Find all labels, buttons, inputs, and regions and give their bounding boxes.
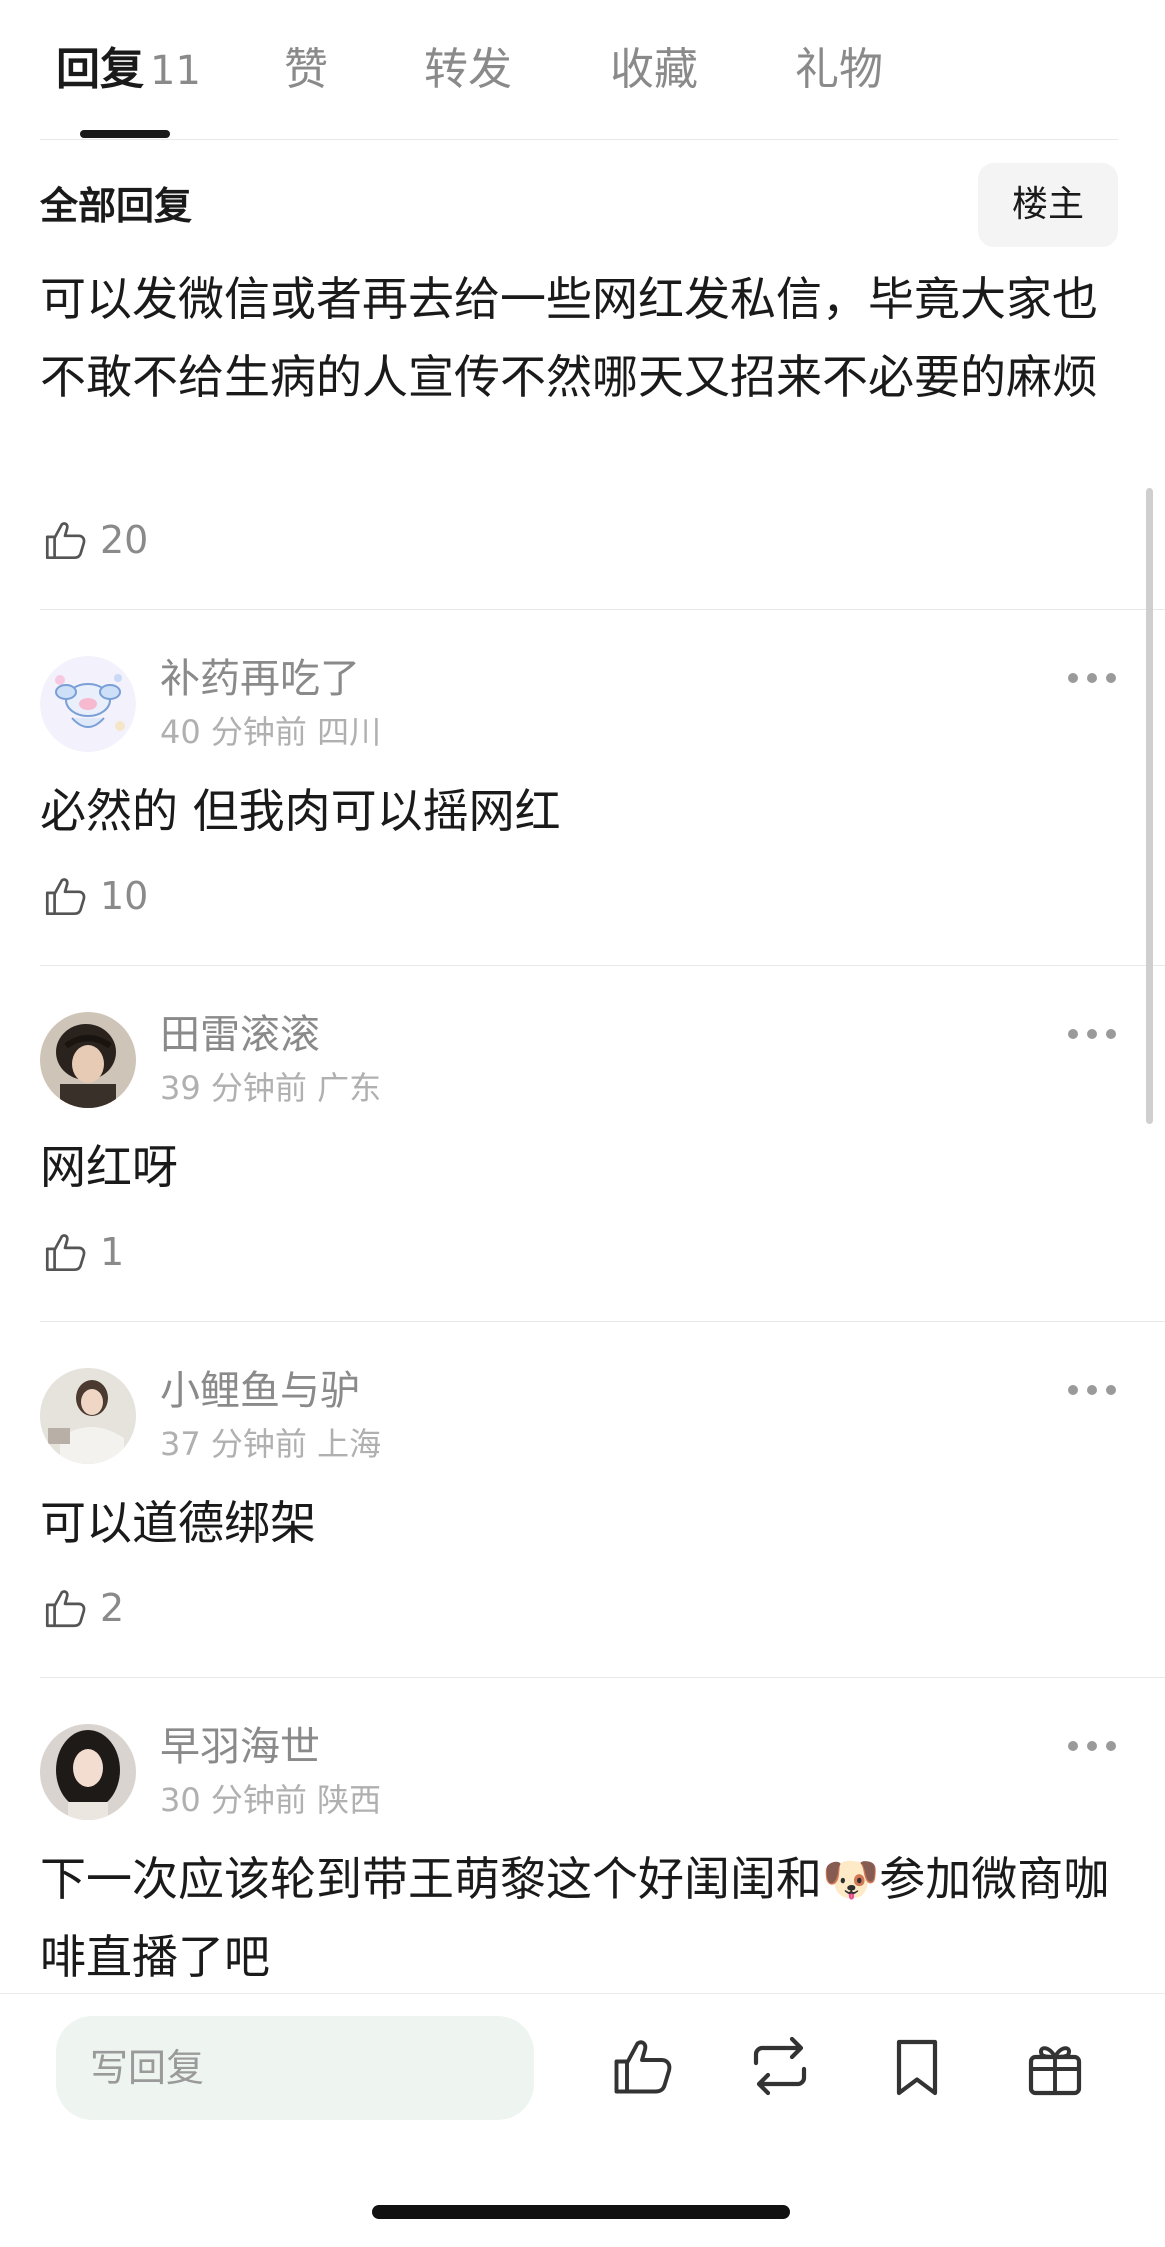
tab-replies-label: 回复 [56,44,144,95]
comment-meta: 40 分钟前 四川 [160,710,381,754]
comment-time: 40 分钟前 [160,713,307,751]
like-icon[interactable] [606,2030,678,2102]
gift-icon[interactable] [1019,2030,1091,2102]
home-indicator [372,2205,790,2219]
avatar-photo-image [40,1724,136,1820]
more-options-icon[interactable] [1068,1734,1116,1758]
reply-input[interactable] [56,2016,534,2120]
repost-icon[interactable] [744,2030,816,2102]
tab-gifts-label: 礼物 [795,44,883,95]
comment-like-button[interactable]: 10 [40,866,148,926]
tab-likes-label: 赞 [284,44,328,95]
thumbs-up-icon [45,522,86,560]
comment-location: 上海 [317,1425,382,1463]
tab-favorites[interactable]: 收藏 [610,40,698,100]
tab-replies-count: 11 [150,48,201,94]
section-title: 全部回复 [40,184,193,228]
main-comment-text: 可以发微信或者再去给一些网红发私信，毕竟大家也不敢不给生病的人宣传不然哪天又招来… [40,272,1098,404]
tab-favorites-label: 收藏 [610,44,698,95]
comment-time: 39 分钟前 [160,1069,307,1107]
comment-meta: 39 分钟前 广东 [160,1066,381,1110]
main-comment-like-button[interactable]: 20 [40,510,148,570]
comment-like-button[interactable]: 2 [40,1578,124,1638]
comment-divider [40,1321,1165,1322]
reply-tabs: 回复 11 赞 转发 收藏 礼物 [0,0,1165,140]
comment-username[interactable]: 田雷滚滚 [160,1007,320,1063]
thumbs-up-icon [45,1590,86,1628]
comment-time: 30 分钟前 [160,1781,307,1819]
comment-location: 陕西 [317,1781,382,1819]
comment-text: 可以道德绑架 [40,1496,316,1550]
comment-text: 必然的 但我肉可以摇网红 [40,784,561,838]
active-tab-indicator [80,130,170,138]
tabs-divider [40,139,1118,140]
comment-text: 网红呀 [40,1140,178,1194]
avatar[interactable] [40,1368,136,1464]
avatar-photo-image [40,1368,136,1464]
comment-divider [40,965,1165,966]
comment-like-count: 2 [100,1586,125,1630]
avatar[interactable] [40,1724,136,1820]
thumbs-up-icon [45,1234,86,1272]
comment-like-count: 1 [100,1230,125,1274]
comment-like-count: 10 [100,874,149,918]
tab-reposts-label: 转发 [424,44,512,95]
comment-time: 37 分钟前 [160,1425,307,1463]
comment-username[interactable]: 小鲤鱼与驴 [160,1363,360,1419]
comment-divider [40,1677,1165,1678]
thumbs-up-icon [45,878,86,916]
more-options-icon[interactable] [1068,1022,1116,1046]
avatar[interactable] [40,1012,136,1108]
scrollbar[interactable] [1146,488,1153,1124]
avatar-photo-image [40,1012,136,1108]
tab-likes[interactable]: 赞 [284,40,328,100]
tab-gifts[interactable]: 礼物 [795,40,883,100]
comment-meta: 37 分钟前 上海 [160,1422,381,1466]
comment-username[interactable]: 早羽海世 [160,1719,320,1775]
comment-location: 四川 [317,713,382,751]
tab-reposts[interactable]: 转发 [424,40,512,100]
main-comment-like-count: 20 [100,518,149,562]
avatar[interactable] [40,656,136,752]
more-options-icon[interactable] [1068,1378,1116,1402]
comment-text: 下一次应该轮到带王萌黎这个好闺闺和🐶参加微商咖啡直播了吧 [40,1852,1110,1984]
comment-location: 广东 [317,1069,382,1107]
comment-username[interactable]: 补药再吃了 [160,651,360,707]
comment-meta: 30 分钟前 陕西 [160,1778,381,1822]
tab-replies[interactable]: 回复 11 [56,40,201,101]
owner-filter-button[interactable]: 楼主 [978,163,1118,247]
comment-divider [40,609,1165,610]
avatar-cartoon-image [40,656,136,752]
bookmark-icon[interactable] [881,2030,953,2102]
comment-like-button[interactable]: 1 [40,1222,124,1282]
more-options-icon[interactable] [1068,666,1116,690]
bottom-action-bar [0,1993,1165,2247]
